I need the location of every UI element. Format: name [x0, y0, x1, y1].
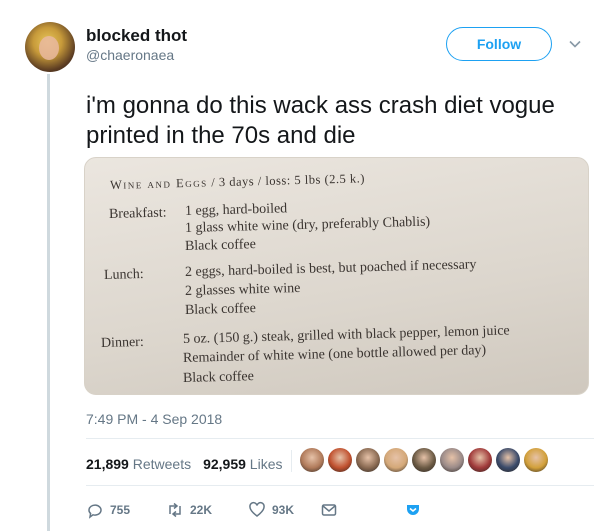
tweet-actions: 755 22K 93K	[86, 501, 422, 519]
tweet-timestamp[interactable]: 7:49 PM - 4 Sep 2018	[86, 411, 222, 427]
liker-avatar[interactable]	[356, 448, 380, 472]
meal-line: 2 glasses white wine	[184, 280, 301, 299]
meal-label-dinner: Dinner:	[100, 334, 144, 351]
retweets-stat[interactable]: 21,899 Retweets	[86, 456, 191, 472]
meal-line: 1 egg, hard-boiled	[184, 201, 288, 219]
liker-avatar[interactable]	[412, 448, 436, 472]
envelope-icon	[321, 504, 337, 516]
like-count: 93K	[272, 503, 295, 517]
stats-separator	[291, 450, 292, 472]
retweet-count: 22K	[190, 503, 213, 517]
photo-title-caps: Wine and Eggs	[109, 175, 208, 192]
retweet-icon	[169, 502, 181, 518]
liker-avatar[interactable]	[524, 448, 548, 472]
liker-avatar[interactable]	[440, 448, 464, 472]
user-handle[interactable]: @chaeronaea	[86, 47, 174, 63]
meal-line: Black coffee	[184, 301, 257, 318]
tweet-stats: 21,899 Retweets 92,959 Likes	[86, 456, 282, 472]
liker-avatars	[300, 448, 548, 472]
pocket-icon	[407, 505, 419, 515]
reply-icon	[88, 504, 102, 519]
thread-line	[47, 74, 50, 531]
tweet-photo[interactable]: Wine and Eggs / 3 days / loss: 5 lbs (2.…	[84, 157, 589, 395]
photo-title-rest: / 3 days / loss: 5 lbs (2.5 k.)	[207, 171, 366, 190]
likes-count: 92,959	[203, 456, 246, 472]
heart-icon	[249, 501, 265, 517]
liker-avatar[interactable]	[384, 448, 408, 472]
liker-avatar[interactable]	[328, 448, 352, 472]
liker-avatar[interactable]	[468, 448, 492, 472]
likes-stat[interactable]: 92,959 Likes	[203, 456, 282, 472]
meal-label-breakfast: Breakfast:	[108, 205, 167, 222]
like-button[interactable]: 93K	[248, 501, 320, 519]
liker-avatar[interactable]	[300, 448, 324, 472]
likes-label: Likes	[249, 456, 283, 472]
avatar[interactable]	[25, 22, 75, 72]
avatar-face	[39, 36, 59, 60]
divider	[86, 438, 594, 439]
follow-button[interactable]: Follow	[446, 27, 552, 61]
retweets-count: 21,899	[86, 456, 129, 472]
liker-avatar[interactable]	[496, 448, 520, 472]
user-name[interactable]: blocked thot	[86, 26, 187, 46]
pocket-button[interactable]	[404, 501, 422, 519]
tweet-text: i'm gonna do this wack ass crash diet vo…	[86, 92, 555, 149]
reply-count: 755	[110, 503, 131, 517]
reply-button[interactable]: 755	[86, 501, 166, 519]
chevron-down-icon[interactable]	[569, 38, 581, 50]
divider	[86, 485, 594, 486]
retweet-button[interactable]: 22K	[166, 501, 248, 519]
meal-line: Black coffee	[184, 237, 257, 254]
meal-label-lunch: Lunch:	[103, 266, 144, 283]
meal-line: 2 eggs, hard-boiled is best, but poached…	[184, 257, 477, 280]
direct-message-button[interactable]	[320, 501, 404, 519]
meal-line: Black coffee	[182, 369, 255, 386]
photo-title: Wine and Eggs / 3 days / loss: 5 lbs (2.…	[110, 171, 365, 193]
retweets-label: Retweets	[132, 456, 192, 472]
